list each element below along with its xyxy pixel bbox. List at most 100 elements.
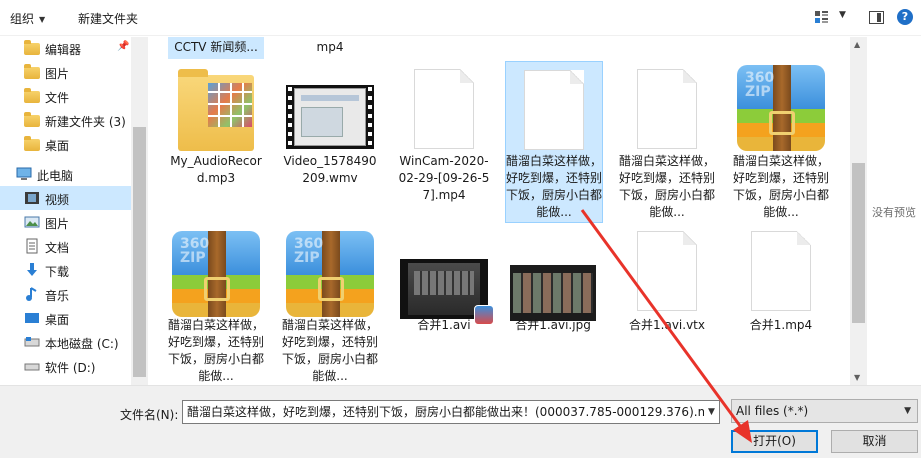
- video-icon: [25, 192, 39, 204]
- file-tile-partial[interactable]: CCTV 新闻频...: [168, 37, 264, 59]
- nav-item-editor[interactable]: 编辑器 📌: [0, 37, 131, 60]
- file-tile-partial[interactable]: mp4: [282, 37, 378, 59]
- nav-item-label: 图片: [45, 217, 70, 231]
- nav-item-pictures[interactable]: 图片: [0, 210, 131, 234]
- chevron-down-icon: ▼: [39, 15, 46, 24]
- new-folder-button[interactable]: 新建文件夹: [78, 10, 138, 27]
- organize-button[interactable]: 组织 ▼: [10, 10, 45, 27]
- nav-item-label: 图片: [45, 67, 70, 81]
- file-name: 醋溜白菜这样做，好吃到爆，还特别下饭，厨房小白都能做...: [168, 318, 265, 383]
- file-tile[interactable]: 合并1.avi.jpg: [505, 229, 601, 385]
- file-tile[interactable]: 醋溜白菜这样做，好吃到爆，还特别下饭，厨房小白都能做...: [619, 63, 715, 223]
- computer-icon: [16, 167, 32, 180]
- file-name: 合并1.mp4: [749, 318, 813, 332]
- nav-item-drive-c[interactable]: 本地磁盘 (C:): [0, 330, 131, 354]
- video-thumbnail: [286, 85, 374, 149]
- nav-item-files-folder[interactable]: 文件: [0, 84, 131, 108]
- filename-label: 文件名(N):: [120, 408, 179, 422]
- file-tile[interactable]: 合并1.avi: [396, 229, 494, 385]
- music-icon: [26, 287, 37, 301]
- zip-archive-thumbnail: 360 ZIP: [737, 65, 825, 151]
- file-tile[interactable]: 合并1.avi.vtx: [619, 229, 715, 385]
- folder-audio-thumbnail: [178, 69, 254, 151]
- folder-icon: [24, 112, 40, 127]
- file-name: Video_1578490209.wmv: [283, 154, 377, 185]
- toolbar: 组织 ▼ 新建文件夹 ▼ ?: [0, 0, 921, 36]
- picture-icon: [24, 216, 40, 228]
- view-dropdown-icon[interactable]: ▼: [839, 10, 846, 20]
- file-tile[interactable]: 合并1.mp4: [733, 229, 829, 385]
- scroll-up-icon[interactable]: ▲: [854, 40, 860, 49]
- document-icon: [26, 238, 38, 254]
- nav-item-desktop-folder[interactable]: 桌面: [0, 132, 131, 156]
- file-name: 醋溜白菜这样做，好吃到爆，还特别下饭，厨房小白都能做...: [282, 318, 379, 383]
- zip-archive-thumbnail: 360 ZIP: [172, 231, 260, 317]
- file-tile[interactable]: Video_1578490209.wmv: [282, 63, 378, 223]
- file-name: 醋溜白菜这样做，好吃到爆，还特别下饭，厨房小白都能做...: [733, 154, 830, 219]
- nav-item-label: 文档: [45, 241, 70, 255]
- nav-scrollbar-thumb[interactable]: [133, 127, 146, 377]
- file-tile[interactable]: 360 ZIP 醋溜白菜这样做，好吃到爆，还特别下饭，厨房小白都能做...: [168, 229, 264, 385]
- cancel-button[interactable]: 取消: [831, 430, 918, 453]
- document-thumbnail: [751, 231, 811, 311]
- folder-icon: [24, 64, 40, 79]
- document-thumbnail: [524, 70, 584, 150]
- file-tile[interactable]: WinCam-2020-02-29-[09-26-57].mp4: [396, 63, 492, 223]
- nav-item-desktop[interactable]: 桌面: [0, 306, 131, 330]
- folder-icon: [24, 88, 40, 103]
- nav-item-this-pc[interactable]: 此电脑: [0, 162, 131, 186]
- organize-label: 组织: [10, 12, 35, 26]
- nav-item-downloads[interactable]: 下载: [0, 258, 131, 282]
- file-name: mp4: [316, 40, 344, 54]
- desktop-icon: [25, 313, 39, 323]
- nav-item-label: 编辑器: [45, 43, 82, 57]
- image-thumbnail: [510, 265, 596, 321]
- nav-item-videos[interactable]: 视频: [0, 186, 131, 210]
- nav-item-documents[interactable]: 文档: [0, 234, 131, 258]
- preview-pane-icon[interactable]: [869, 11, 884, 24]
- document-thumbnail: [637, 231, 697, 311]
- document-thumbnail: [414, 69, 474, 149]
- filename-input[interactable]: 醋溜白菜这样做，好吃到爆，还特别下饭，厨房小白都能做出来！(000037.785…: [182, 400, 720, 424]
- file-list: CCTV 新闻频... mp4 My_AudioRecord.mp3 Video…: [148, 37, 850, 385]
- file-tile[interactable]: 360 ZIP 醋溜白菜这样做，好吃到爆，还特别下饭，厨房小白都能做...: [282, 229, 378, 385]
- nav-scrollbar[interactable]: [131, 37, 148, 385]
- nav-item-label: 软件 (D:): [45, 361, 96, 375]
- file-list-scrollbar-thumb[interactable]: [852, 163, 865, 323]
- video-thumbnail: [400, 259, 494, 325]
- drive-icon: [24, 337, 40, 347]
- chevron-down-icon: ▼: [904, 406, 911, 416]
- download-icon: [27, 263, 37, 276]
- pin-icon: 📌: [117, 41, 130, 52]
- filename-history-chevron-icon[interactable]: ▼: [704, 401, 719, 423]
- file-tile[interactable]: My_AudioRecord.mp3: [168, 63, 264, 223]
- document-thumbnail: [637, 69, 697, 149]
- scroll-down-icon[interactable]: ▼: [854, 373, 860, 382]
- file-list-scrollbar[interactable]: ▲ ▼: [850, 37, 867, 385]
- nav-item-pictures-folder[interactable]: 图片: [0, 60, 131, 84]
- file-name: My_AudioRecord.mp3: [170, 154, 262, 185]
- folder-icon: [24, 40, 40, 55]
- view-options-icon[interactable]: [815, 11, 828, 24]
- zip-archive-thumbnail: 360 ZIP: [286, 231, 374, 317]
- navigation-pane: 编辑器 📌 图片 文件 新建文件夹 (3) 桌面 此电脑 视频 图片 文档 下载…: [0, 37, 148, 385]
- open-button[interactable]: 打开(O): [731, 430, 818, 453]
- file-name: 合并1.avi.vtx: [629, 318, 705, 332]
- file-type-filter-value: All files (*.*): [736, 404, 809, 418]
- dialog-footer: 文件名(N): 醋溜白菜这样做，好吃到爆，还特别下饭，厨房小白都能做出来！(00…: [0, 385, 921, 458]
- file-tile[interactable]: 360 ZIP 醋溜白菜这样做，好吃到爆，还特别下饭，厨房小白都能做...: [733, 63, 829, 223]
- nav-item-label: 视频: [45, 193, 70, 207]
- file-name: WinCam-2020-02-29-[09-26-57].mp4: [398, 154, 490, 202]
- file-name: 合并1.avi.jpg: [515, 318, 591, 332]
- file-type-filter-select[interactable]: All files (*.*) ▼: [731, 399, 918, 423]
- nav-item-music[interactable]: 音乐: [0, 282, 131, 306]
- no-preview-text: 没有预览: [872, 206, 916, 219]
- file-name: 醋溜白菜这样做，好吃到爆，还特别下饭，厨房小白都能做...: [506, 154, 603, 219]
- help-icon[interactable]: ?: [897, 9, 913, 25]
- nav-item-drive-d[interactable]: 软件 (D:): [0, 354, 131, 378]
- nav-item-new-folder-3[interactable]: 新建文件夹 (3): [0, 108, 131, 132]
- file-tile-selected[interactable]: 醋溜白菜这样做，好吃到爆，还特别下饭，厨房小白都能做...: [505, 61, 603, 223]
- drive-icon: [24, 363, 40, 371]
- nav-item-label: 文件: [45, 91, 70, 105]
- nav-item-label: 桌面: [45, 139, 70, 153]
